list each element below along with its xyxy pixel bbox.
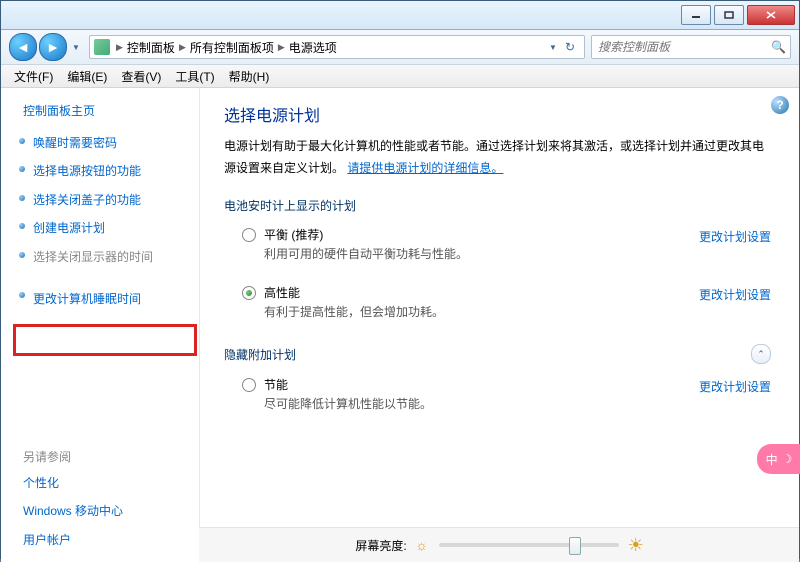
- info-link[interactable]: 请提供电源计划的详细信息。: [347, 161, 503, 175]
- bullet-icon: [19, 195, 25, 201]
- breadcrumb[interactable]: ▶ 控制面板 ▶ 所有控制面板项 ▶ 电源选项 ▼ ↻: [89, 35, 585, 59]
- search-box[interactable]: 🔍: [591, 35, 791, 59]
- sidebar-link-label: 创建电源计划: [33, 221, 105, 235]
- plan-desc: 尽可能降低计算机性能以节能。: [264, 395, 681, 412]
- sidebar-related-mobility[interactable]: Windows 移动中心: [1, 497, 199, 525]
- sidebar-link-label: 选择关闭盖子的功能: [33, 193, 141, 207]
- section-title-text: 隐藏附加计划: [224, 346, 296, 363]
- sidebar-link-create-plan[interactable]: 创建电源计划: [1, 214, 199, 242]
- sidebar-link-label: 选择关闭显示器的时间: [33, 250, 153, 264]
- close-button[interactable]: [747, 5, 795, 25]
- plan-row-balanced: 平衡 (推荐) 利用可用的硬件自动平衡功耗与性能。 更改计划设置: [224, 222, 771, 266]
- breadcrumb-item[interactable]: 控制面板: [127, 39, 175, 56]
- menubar: 文件(F) 编辑(E) 查看(V) 工具(T) 帮助(H): [1, 65, 799, 88]
- sun-bright-icon: ☀: [629, 538, 643, 552]
- plan-name: 高性能: [264, 284, 681, 301]
- brightness-slider[interactable]: [439, 543, 619, 547]
- plan-row-high-performance: 高性能 有利于提高性能，但会增加功耗。 更改计划设置: [224, 280, 771, 324]
- change-plan-link[interactable]: 更改计划设置: [699, 378, 771, 395]
- section-title: 电池安时计上显示的计划: [224, 197, 771, 214]
- chevron-right-icon: ▶: [278, 42, 285, 53]
- plan-radio-high-performance[interactable]: [242, 286, 256, 300]
- refresh-icon[interactable]: ↻: [560, 40, 580, 54]
- control-panel-icon: [94, 39, 110, 55]
- bullet-icon: [19, 166, 25, 172]
- minimize-button[interactable]: [681, 5, 711, 25]
- back-button[interactable]: ◄: [9, 33, 37, 61]
- search-icon: 🔍: [771, 40, 786, 54]
- brightness-footer: 屏幕亮度: ☼ ☀: [199, 527, 799, 562]
- sidebar-link-label: 唤醒时需要密码: [33, 136, 117, 150]
- breadcrumb-dropdown[interactable]: ▼: [546, 36, 560, 58]
- titlebar: [1, 1, 799, 30]
- maximize-button[interactable]: [714, 5, 744, 25]
- breadcrumb-item[interactable]: 电源选项: [289, 39, 337, 56]
- forward-button[interactable]: ►: [39, 33, 67, 61]
- chevron-right-icon: ▶: [116, 42, 123, 53]
- navbar: ◄ ► ▼ ▶ 控制面板 ▶ 所有控制面板项 ▶ 电源选项 ▼ ↻ 🔍: [1, 30, 799, 65]
- sidebar-link-label: 选择电源按钮的功能: [33, 164, 141, 178]
- nav-history-dropdown[interactable]: ▼: [69, 36, 83, 58]
- sun-dim-icon: ☼: [415, 538, 429, 552]
- plan-name: 平衡 (推荐): [264, 226, 681, 243]
- sidebar-link-sleep-time[interactable]: 更改计算机睡眠时间: [1, 283, 199, 315]
- menu-help[interactable]: 帮助(H): [222, 66, 277, 87]
- plan-desc: 利用可用的硬件自动平衡功耗与性能。: [264, 245, 681, 262]
- page-title: 选择电源计划: [224, 102, 771, 126]
- breadcrumb-item[interactable]: 所有控制面板项: [190, 39, 274, 56]
- plan-desc: 有利于提高性能，但会增加功耗。: [264, 303, 681, 320]
- sidebar-related-user-accounts[interactable]: 用户帐户: [1, 526, 199, 554]
- slider-thumb[interactable]: [569, 537, 581, 555]
- section-hidden-plans: 隐藏附加计划 ⌃ 节能 尽可能降低计算机性能以节能。 更改计划设置: [224, 344, 771, 416]
- collapse-button[interactable]: ⌃: [751, 344, 771, 364]
- menu-view[interactable]: 查看(V): [114, 66, 168, 87]
- sidebar-link-close-lid[interactable]: 选择关闭盖子的功能: [1, 186, 199, 214]
- bullet-icon: [19, 252, 25, 258]
- change-plan-link[interactable]: 更改计划设置: [699, 228, 771, 245]
- chevron-right-icon: ▶: [179, 42, 186, 53]
- sidebar-link-label: 更改计算机睡眠时间: [33, 292, 141, 306]
- sidebar-link-require-password[interactable]: 唤醒时需要密码: [1, 129, 199, 157]
- ime-widget[interactable]: 中 ☽: [757, 444, 800, 474]
- sidebar-link-display-off[interactable]: 选择关闭显示器的时间: [1, 243, 199, 271]
- brightness-label: 屏幕亮度:: [355, 537, 406, 554]
- content: ? 选择电源计划 电源计划有助于最大化计算机的性能或者节能。通过选择计划来将其激…: [200, 88, 799, 562]
- section-title: 隐藏附加计划 ⌃: [224, 344, 771, 364]
- change-plan-link[interactable]: 更改计划设置: [699, 286, 771, 303]
- page-description: 电源计划有助于最大化计算机的性能或者节能。通过选择计划来将其激活，或选择计划并通…: [224, 136, 771, 179]
- sidebar-home-link[interactable]: 控制面板主页: [1, 102, 199, 129]
- bullet-icon: [19, 223, 25, 229]
- plan-radio-balanced[interactable]: [242, 228, 256, 242]
- menu-tools[interactable]: 工具(T): [168, 66, 221, 87]
- plan-row-power-saver: 节能 尽可能降低计算机性能以节能。 更改计划设置: [224, 372, 771, 416]
- plan-name: 节能: [264, 376, 681, 393]
- bullet-icon: [19, 292, 25, 298]
- sidebar-link-power-button[interactable]: 选择电源按钮的功能: [1, 157, 199, 185]
- section-title-text: 电池安时计上显示的计划: [224, 197, 356, 214]
- menu-file[interactable]: 文件(F): [7, 66, 60, 87]
- help-icon[interactable]: ?: [771, 96, 789, 114]
- search-input[interactable]: [596, 39, 771, 55]
- moon-icon: ☽: [782, 452, 793, 466]
- menu-edit[interactable]: 编辑(E): [60, 66, 114, 87]
- plan-radio-power-saver[interactable]: [242, 378, 256, 392]
- see-also-heading: 另请参阅: [1, 442, 199, 469]
- sidebar-related-personalization[interactable]: 个性化: [1, 469, 199, 497]
- bullet-icon: [19, 138, 25, 144]
- ime-label: 中: [766, 451, 778, 468]
- sidebar: 控制面板主页 唤醒时需要密码 选择电源按钮的功能 选择关闭盖子的功能 创建电源计…: [1, 88, 200, 562]
- section-shown-plans: 电池安时计上显示的计划 平衡 (推荐) 利用可用的硬件自动平衡功耗与性能。 更改…: [224, 197, 771, 324]
